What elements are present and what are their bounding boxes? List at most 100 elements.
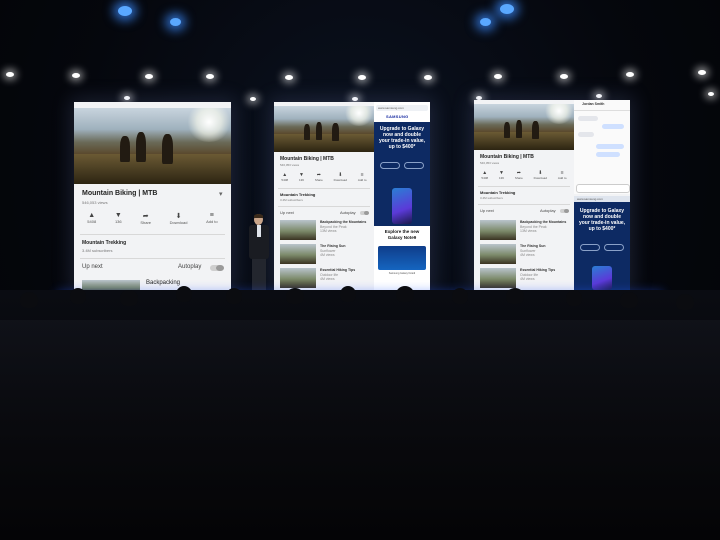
cyclist: [304, 124, 310, 140]
like-button[interactable]: ▲ 5408: [481, 170, 488, 180]
dislike-button[interactable]: ▼ 136: [115, 212, 122, 225]
like-button[interactable]: ▲ 5408: [87, 212, 96, 225]
promo-button[interactable]: [379, 162, 400, 169]
hillside: [474, 132, 574, 150]
list-item-text: Backpacking the Mountains Beyond the Pea…: [520, 220, 572, 240]
video-player[interactable]: [274, 106, 374, 152]
presenter-legs: [252, 259, 266, 291]
action-bar: ▲ 5408 ▼ 136 ➦ Share ⬇ Download ≡ Add to: [276, 172, 372, 182]
video-player[interactable]: [74, 108, 231, 184]
dislike-button[interactable]: ▼ 136: [299, 172, 304, 182]
cyclist: [316, 122, 322, 140]
list-item-views: 4M views: [520, 253, 535, 257]
audience: [0, 286, 720, 540]
audience-head: [452, 288, 468, 304]
list-item-views: 4M views: [320, 253, 335, 257]
audience-head: [176, 286, 192, 302]
brand-logo[interactable]: SAMSUNG: [386, 114, 409, 119]
left-screen: Mountain Biking | MTB ▾ 546,053 views ▲ 5…: [74, 102, 231, 290]
share-icon: ➦: [142, 213, 149, 220]
video-title: Mountain Biking | MTB: [82, 190, 158, 197]
autoplay-toggle[interactable]: [210, 265, 224, 271]
up-next-label: Up next: [82, 264, 103, 270]
channel-name[interactable]: Mountain Trekking: [280, 192, 315, 197]
autoplay-toggle[interactable]: [360, 211, 369, 215]
audience-head: [226, 288, 242, 304]
promo-banner[interactable]: Upgrade to Galaxy now and double your tr…: [374, 122, 430, 284]
spotlight: [145, 74, 153, 79]
cyclist: [136, 132, 146, 162]
spotlight: [626, 72, 634, 77]
chat-input[interactable]: [576, 184, 630, 193]
list-item[interactable]: Backpacking the Mountains Beyond the Pea…: [280, 220, 372, 240]
list-item[interactable]: The Rising Sun Sunflower 4M views: [280, 244, 372, 264]
blue-spotlight: [118, 6, 132, 16]
video-thumbnail: [480, 268, 516, 288]
spotlight: [596, 94, 602, 98]
list-item-text: The Rising Sun Sunflower 4M views: [320, 244, 372, 264]
list-item-text: Essential Hiking Tips Outdoor life 4M vi…: [520, 268, 572, 288]
share-button[interactable]: ➦ Share: [315, 172, 323, 182]
hillside: [274, 134, 374, 152]
promo-banner[interactable]: www.samsung.com Upgrade to Galaxy now an…: [574, 196, 630, 290]
spotlight: [206, 74, 214, 79]
up-next-label: Up next: [480, 208, 494, 213]
phone-image: [592, 266, 612, 290]
chevron-down-icon[interactable]: ▾: [219, 190, 223, 198]
channel-name[interactable]: Mountain Trekking: [480, 190, 515, 195]
download-button[interactable]: ⬇ Download: [170, 212, 188, 225]
blue-spotlight: [480, 18, 491, 26]
explore-card[interactable]: Explore the new Galaxy Note9 Samsung Gal…: [374, 226, 430, 284]
cyclist: [516, 120, 522, 138]
audience-crowd: [0, 320, 720, 540]
spotlight: [424, 75, 432, 80]
autoplay-toggle[interactable]: [560, 209, 569, 213]
download-button[interactable]: ⬇ Download: [334, 172, 347, 182]
promo-buttons: [574, 238, 630, 256]
next-video-title[interactable]: Backpacking: [146, 280, 180, 286]
list-item[interactable]: The Rising Sun Sunflower 4M views: [480, 244, 572, 264]
view-count: 546,053 views: [480, 161, 500, 165]
chat-contact[interactable]: Jordan Smith: [582, 102, 604, 106]
list-item[interactable]: Essential Hiking Tips Outdoor life 4M vi…: [280, 268, 372, 288]
list-item-text: The Rising Sun Sunflower 4M views: [520, 244, 572, 264]
next-video-thumbnail[interactable]: [82, 280, 140, 290]
spotlight: [708, 92, 714, 96]
share-button[interactable]: ➦ Share: [140, 212, 151, 225]
share-button[interactable]: ➦ Share: [515, 170, 523, 180]
promo-button[interactable]: [579, 244, 600, 251]
audience-head: [506, 288, 524, 304]
download-button[interactable]: ⬇ Download: [534, 170, 547, 180]
add-to-icon: ≡: [209, 212, 214, 219]
message-bubble: [578, 116, 598, 121]
promo-button[interactable]: [404, 162, 425, 169]
subscriber-count: 3.4M subscribers: [82, 248, 113, 253]
browser-url-bar[interactable]: www.samsung.com: [376, 105, 428, 111]
audience-head: [620, 292, 638, 308]
divider: [278, 188, 370, 189]
video-thumbnail: [280, 244, 316, 264]
list-item[interactable]: Essential Hiking Tips Outdoor life 4M vi…: [480, 268, 572, 288]
presenter-shirt: [257, 225, 261, 237]
list-item[interactable]: Backpacking the Mountains Beyond the Pea…: [480, 220, 572, 240]
ceiling-lights: [0, 0, 720, 110]
sun: [544, 104, 574, 124]
channel-name[interactable]: Mountain Trekking: [82, 240, 126, 246]
like-button[interactable]: ▲ 5408: [281, 172, 288, 182]
hillside: [74, 154, 231, 184]
video-player[interactable]: [474, 104, 574, 150]
list-item-views: 4M views: [320, 277, 335, 281]
divider: [278, 206, 370, 207]
promo-button[interactable]: [604, 244, 625, 251]
dislike-button[interactable]: ▼ 136: [499, 170, 504, 180]
spotlight: [560, 74, 568, 79]
add-to-button[interactable]: ≡ Add to: [358, 172, 367, 182]
audience-head: [286, 288, 304, 304]
promo-headline: Upgrade to Galaxy now and double your tr…: [578, 208, 626, 232]
add-to-button[interactable]: ≡ Add to: [206, 212, 218, 225]
promo-headline: Upgrade to Galaxy now and double your tr…: [378, 126, 426, 150]
autoplay-label: Autoplay: [340, 210, 356, 215]
add-to-button[interactable]: ≡ Add to: [558, 170, 567, 180]
presenter: [246, 214, 272, 292]
spotlight: [6, 72, 14, 77]
